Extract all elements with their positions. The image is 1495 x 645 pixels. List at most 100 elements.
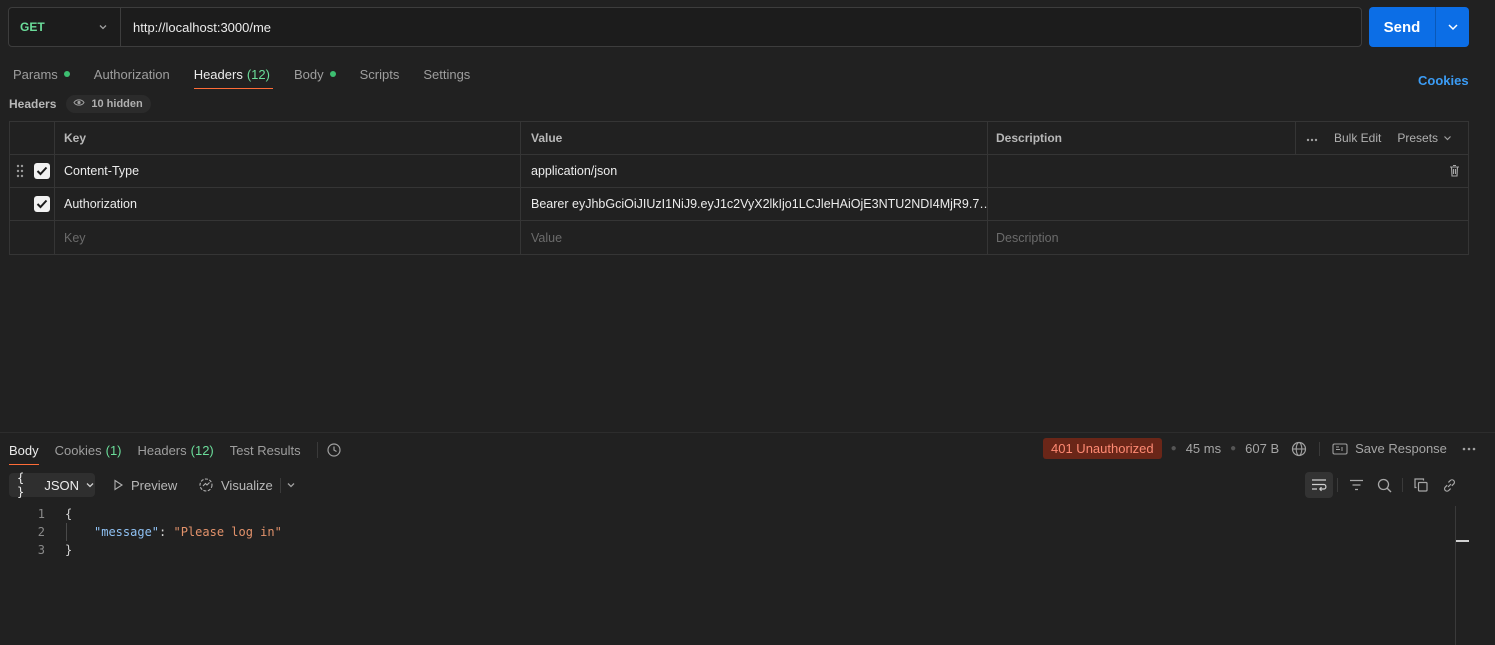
column-header-description: Description [996,131,1063,145]
eye-icon [73,98,85,110]
globe-icon[interactable] [1291,441,1307,457]
tab-scripts[interactable]: Scripts [360,60,400,88]
more-options-icon[interactable] [1462,447,1476,451]
response-tab-cookies[interactable]: Cookies (1) [55,436,122,464]
hidden-count-label: 10 hidden [91,98,143,110]
wrap-lines-icon[interactable] [1305,472,1333,498]
headers-header: Headers 10 hidden [9,95,151,113]
tab-params[interactable]: Params [13,60,70,88]
visualize-button[interactable]: Visualize [198,474,273,496]
chevron-down-icon [1443,131,1452,145]
presets-dropdown[interactable]: Presets [1397,131,1452,145]
copy-icon[interactable] [1407,472,1435,498]
url-input[interactable]: http://localhost:3000/me [121,20,271,35]
method-label: GET [20,20,45,34]
tab-count: (1) [105,442,122,458]
drag-handle-icon[interactable] [16,164,24,181]
bulk-edit-button[interactable]: Bulk Edit [1334,131,1381,145]
table-row: Authorization Bearer eyJhbGciOiJIUzI1NiJ… [10,188,1468,221]
editor-scrollbar[interactable] [1455,506,1469,645]
table-row: Content-Type application/json [10,155,1468,188]
response-tab-test-results[interactable]: Test Results [230,436,301,464]
row-select-cell [10,188,55,220]
row-select-cell [10,221,55,254]
save-response-label: Save Response [1355,441,1447,456]
column-header-value: Value [521,122,988,154]
divider [280,478,281,493]
response-size[interactable]: 607 B [1245,441,1279,456]
more-options-icon[interactable] [1306,131,1318,145]
tab-headers[interactable]: Headers (12) [193,60,274,89]
tab-count: (12) [246,66,270,82]
response-status-bar: 401 Unauthorized ● 45 ms ● 607 B Save Re… [1043,438,1476,459]
format-label: JSON [44,477,79,493]
header-cell-select [10,122,55,154]
column-header-description-cell: Description Bulk Edit Presets [988,122,1468,154]
status-badge[interactable]: 401 Unauthorized [1043,438,1162,459]
format-select[interactable]: { } JSON [9,471,95,499]
scroll-thumb[interactable] [1456,540,1469,542]
search-icon[interactable] [1370,472,1398,498]
trash-icon[interactable] [1449,164,1460,180]
line-number: 1 [37,507,45,521]
preview-button[interactable]: Preview [112,474,177,496]
response-time[interactable]: 45 ms [1186,441,1221,456]
code-text: "message": "Please log in" [45,525,282,539]
braces-icon: { } [17,471,25,499]
line-number: 2 [37,525,45,539]
code-line: 3 } [0,541,282,559]
tab-label: Test Results [229,442,301,458]
response-tab-body[interactable]: Body [9,436,39,465]
separator-dot: ● [1230,443,1237,454]
tab-settings[interactable]: Settings [423,60,470,88]
header-value-cell[interactable]: application/json [521,155,988,187]
tab-label: Body [293,66,324,82]
status-dot [63,71,70,77]
json-string: "Please log in" [173,525,282,539]
tab-label: Params [13,66,58,82]
chevron-down-icon [98,20,108,35]
send-button-group: Send [1369,7,1469,47]
cookies-link[interactable]: Cookies [1418,73,1469,88]
headers-table: Key Value Description Bulk Edit Presets [9,121,1469,255]
save-response-button[interactable]: Save Response [1332,441,1447,456]
separator-dot: ● [1170,443,1177,454]
send-button[interactable]: Send [1369,7,1436,47]
value-placeholder-input[interactable]: Value [521,221,988,254]
header-description-cell[interactable] [988,155,1468,187]
tab-body[interactable]: Body [294,60,336,88]
table-row-new: Key Value Description [10,221,1468,254]
header-key-cell[interactable]: Authorization [55,188,521,220]
pane-divider[interactable] [0,432,1495,433]
divider [316,442,318,458]
filter-icon[interactable] [1342,472,1370,498]
check-icon [36,199,48,209]
play-icon [112,479,124,491]
history-icon[interactable] [326,442,342,458]
tab-label: Authorization [93,66,170,82]
response-body-editor[interactable]: 1 { 2 "message": "Please log in" 3 } [0,505,282,559]
tab-authorization[interactable]: Authorization [94,60,170,88]
header-key-cell[interactable]: Content-Type [55,155,521,187]
key-placeholder-input[interactable]: Key [55,221,521,254]
row-checkbox[interactable] [34,163,50,179]
tab-label: Body [9,442,39,458]
hidden-headers-toggle[interactable]: 10 hidden [66,95,151,113]
send-options-button[interactable] [1436,7,1469,47]
chevron-down-icon [1447,20,1459,35]
link-icon[interactable] [1435,472,1463,498]
row-checkbox[interactable] [34,196,50,212]
chevron-down-icon[interactable] [286,478,296,493]
preview-label: Preview [131,477,178,493]
tab-label: Settings [423,66,471,82]
description-placeholder-input[interactable]: Description [988,221,1468,254]
method-select[interactable]: GET [9,8,121,46]
header-value-cell[interactable]: Bearer eyJhbGciOiJIUzI1NiJ9.eyJ1c2VyX2lk… [521,188,988,220]
visualize-icon [198,477,214,493]
header-description-cell[interactable] [988,188,1468,220]
check-icon [36,166,48,176]
response-tab-headers[interactable]: Headers (12) [138,436,214,464]
code-line: 2 "message": "Please log in" [0,523,282,541]
url-bar: GET http://localhost:3000/me [8,7,1362,47]
json-key: "message" [94,525,160,539]
